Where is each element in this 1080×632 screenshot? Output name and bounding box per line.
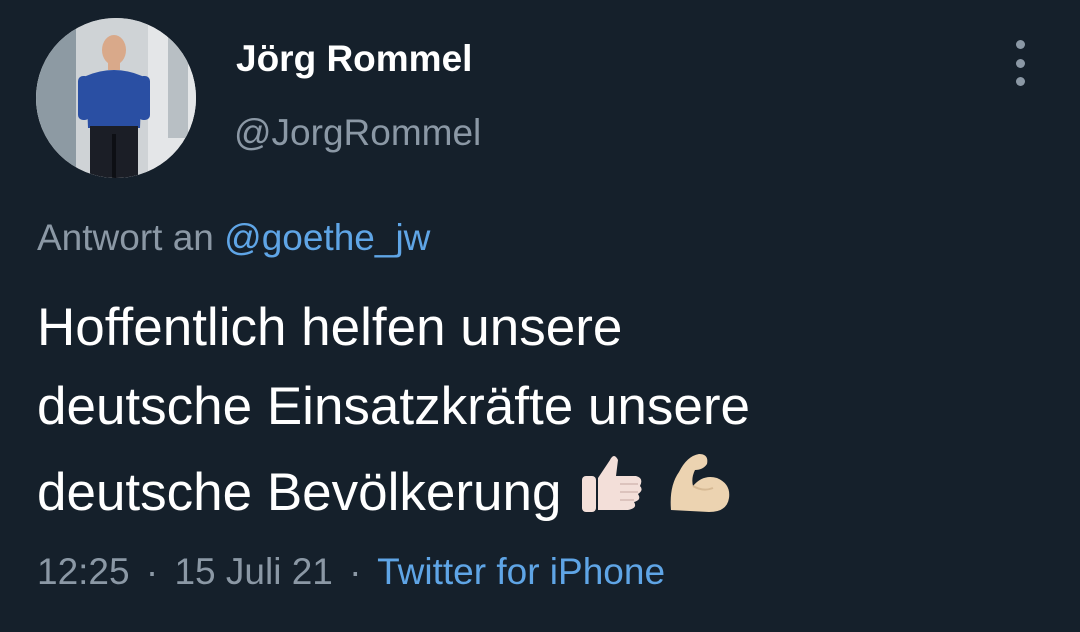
menu-dot [1015, 40, 1025, 49]
display-name[interactable]: Jörg Rommel [236, 38, 472, 80]
thumbs-up-icon [576, 446, 648, 518]
meta-separator: · [145, 551, 159, 592]
menu-dot [1015, 77, 1025, 86]
avatar[interactable] [36, 18, 196, 178]
tweet-text: Hoffentlich helfen unsere deutsche Einsa… [37, 288, 1037, 532]
tweet-line-text: deutsche Bevölkerung [37, 463, 562, 522]
tweet-line: deutsche Einsatzkräfte unsere [37, 377, 750, 436]
tweet-time[interactable]: 12:25 [37, 551, 130, 592]
meta-separator: · [349, 551, 362, 592]
flexed-biceps-icon [663, 446, 735, 518]
tweet-source-link[interactable]: Twitter for iPhone [377, 551, 665, 592]
reply-handle-link[interactable]: @goethe_jw [224, 217, 430, 258]
menu-dot [1015, 58, 1025, 68]
tweet-date[interactable]: 15 Juli 21 [174, 551, 332, 592]
reply-prefix: Antwort an [37, 217, 214, 258]
tweet-line: deutsche Bevölkerung [37, 446, 1037, 532]
reply-context: Antwort an @goethe_jw [37, 217, 430, 259]
more-options-icon[interactable] [1002, 40, 1038, 86]
tweet-line: Hoffentlich helfen unsere [37, 298, 623, 357]
user-handle[interactable]: @JorgRommel [234, 112, 481, 154]
tweet-meta: 12:25 · 15 Juli 21 · Twitter for iPhone [37, 551, 665, 593]
